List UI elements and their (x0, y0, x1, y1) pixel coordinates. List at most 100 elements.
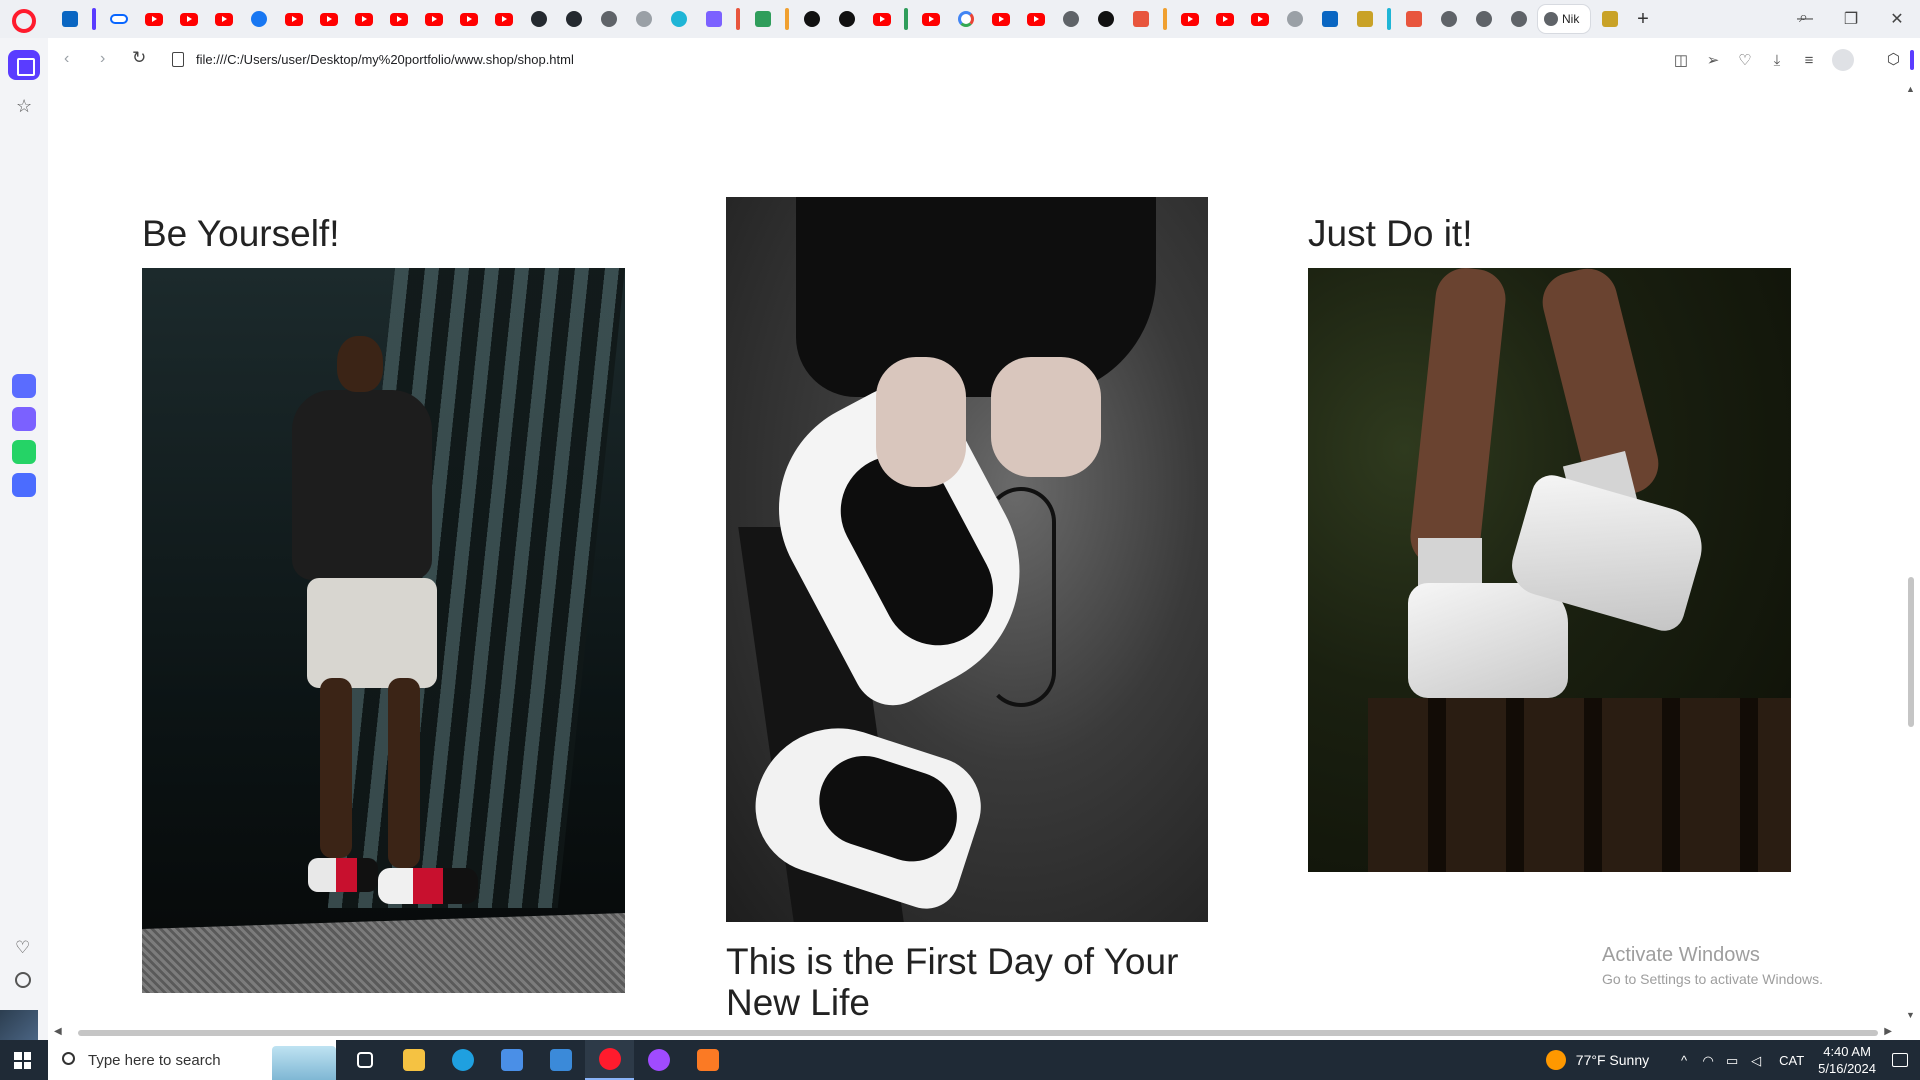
tab[interactable] (173, 5, 204, 33)
tab[interactable] (1055, 5, 1086, 33)
tab[interactable] (208, 5, 239, 33)
taskbar-app[interactable] (438, 1040, 487, 1080)
tab[interactable] (453, 5, 484, 33)
tab[interactable] (89, 5, 99, 33)
tab[interactable] (278, 5, 309, 33)
clock[interactable]: 4:40 AM 5/16/2024 (1818, 1043, 1876, 1077)
tab[interactable] (418, 5, 449, 33)
tab[interactable] (1209, 5, 1240, 33)
scroll-left-icon[interactable]: ◀ (54, 1026, 62, 1037)
download-icon[interactable]: ⤓ (1768, 51, 1786, 69)
tab[interactable] (628, 5, 659, 33)
taskbar-app[interactable] (683, 1040, 732, 1080)
tab[interactable] (138, 5, 169, 33)
windows-start-icon[interactable] (14, 1052, 31, 1069)
tab[interactable] (698, 5, 729, 33)
tab[interactable] (1020, 5, 1051, 33)
reload-icon[interactable]: ↻ (132, 48, 146, 68)
taskbar-search[interactable]: Type here to search (48, 1040, 336, 1080)
star-icon[interactable]: ☆ (16, 96, 32, 117)
tab[interactable] (593, 5, 624, 33)
app-store-icon[interactable] (12, 374, 36, 398)
taskbar-app[interactable] (536, 1040, 585, 1080)
active-tab[interactable]: Nik (1538, 5, 1590, 33)
url-field[interactable]: file:///C:/Users/user/Desktop/my%20portf… (196, 52, 574, 67)
home-icon[interactable] (8, 50, 40, 80)
tab[interactable] (985, 5, 1016, 33)
taskbar-app[interactable] (487, 1040, 536, 1080)
messenger-icon[interactable] (12, 407, 36, 431)
tab[interactable] (1125, 5, 1156, 33)
tab[interactable] (915, 5, 946, 33)
tab[interactable] (523, 5, 554, 33)
tab[interactable] (1384, 5, 1394, 33)
history-icon[interactable] (15, 972, 31, 988)
horizontal-scroll-thumb[interactable] (78, 1030, 1878, 1036)
tab[interactable] (1279, 5, 1310, 33)
scroll-right-icon[interactable]: ▶ (1884, 1026, 1892, 1037)
tab[interactable] (901, 5, 911, 33)
network-icon[interactable]: ◠ (1701, 1053, 1715, 1068)
new-tab-button[interactable]: + (1629, 8, 1657, 31)
tab[interactable] (488, 5, 519, 33)
taskbar-app[interactable] (340, 1040, 389, 1080)
tab[interactable] (313, 5, 344, 33)
tab[interactable] (103, 5, 134, 33)
heart-icon[interactable]: ♡ (15, 938, 30, 958)
chevron-up-icon[interactable]: ^ (1677, 1053, 1691, 1068)
language-indicator[interactable]: CAT (1779, 1053, 1804, 1068)
scroll-down-icon[interactable]: ▼ (1906, 1010, 1915, 1020)
tab[interactable] (747, 5, 778, 33)
menu-icon[interactable]: ≡ (1800, 51, 1818, 69)
tab[interactable] (243, 5, 274, 33)
tab[interactable] (1314, 5, 1345, 33)
heart-icon[interactable]: ♡ (1736, 51, 1754, 69)
whatsapp-icon[interactable] (12, 440, 36, 464)
notification-icon[interactable] (1892, 1053, 1908, 1067)
send-icon[interactable]: ➢ (1704, 51, 1722, 69)
tab[interactable] (1090, 5, 1121, 33)
tab[interactable] (733, 5, 743, 33)
forward-icon[interactable]: › (100, 50, 105, 68)
profile-icon[interactable] (1832, 49, 1854, 71)
tab[interactable] (1468, 5, 1499, 33)
horizontal-scrollbar[interactable]: ◀ ▶ (52, 1026, 1896, 1040)
tab[interactable] (1160, 5, 1170, 33)
taskbar-app[interactable] (389, 1040, 438, 1080)
extensions-icon[interactable]: ⬡ (1887, 50, 1900, 68)
weather-text[interactable]: 77°F Sunny (1576, 1052, 1649, 1068)
tab[interactable] (1174, 5, 1205, 33)
tab[interactable] (782, 5, 792, 33)
tab[interactable] (663, 5, 694, 33)
restore-icon[interactable]: ❐ (1828, 9, 1874, 29)
tab[interactable] (558, 5, 589, 33)
sun-icon[interactable] (1545, 1050, 1566, 1070)
tab[interactable] (1349, 5, 1380, 33)
volume-icon[interactable]: ◁ (1749, 1053, 1763, 1068)
close-icon[interactable]: ✕ (1874, 9, 1920, 29)
vertical-scroll-thumb[interactable] (1908, 577, 1914, 727)
opera-logo-icon[interactable] (12, 9, 36, 33)
snapshot-icon[interactable]: ◫ (1672, 51, 1690, 69)
tab[interactable] (866, 5, 897, 33)
tab[interactable] (1503, 5, 1534, 33)
battery-icon[interactable]: ▭ (1725, 1053, 1739, 1068)
tab[interactable] (348, 5, 379, 33)
tab[interactable] (383, 5, 414, 33)
scroll-up-icon[interactable]: ▲ (1906, 84, 1915, 94)
tab[interactable] (54, 5, 85, 33)
taskbar-app[interactable] (634, 1040, 683, 1080)
vertical-scrollbar[interactable]: ▲ ▼ (1906, 82, 1918, 1026)
sidebar-thumbnail[interactable] (0, 1010, 38, 1041)
tab[interactable] (1244, 5, 1275, 33)
tab[interactable] (1398, 5, 1429, 33)
back-icon[interactable]: ‹ (64, 50, 69, 68)
minimize-icon[interactable]: — (1782, 10, 1828, 28)
taskbar-app[interactable] (585, 1040, 634, 1080)
tab[interactable] (1433, 5, 1464, 33)
music-icon[interactable] (12, 473, 36, 497)
tab[interactable] (950, 5, 981, 33)
tab[interactable] (1594, 5, 1625, 33)
tab[interactable] (796, 5, 827, 33)
tab[interactable] (831, 5, 862, 33)
